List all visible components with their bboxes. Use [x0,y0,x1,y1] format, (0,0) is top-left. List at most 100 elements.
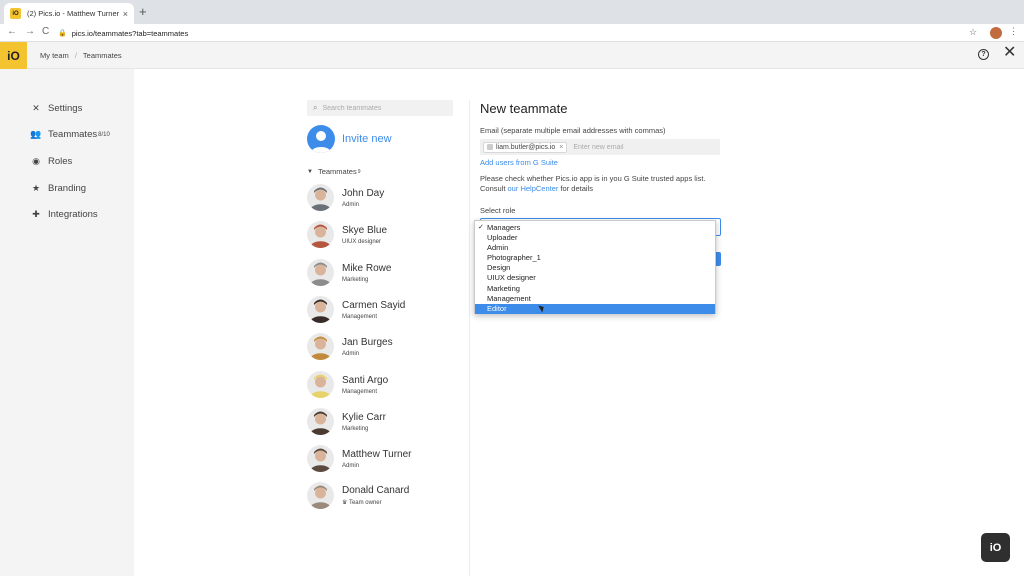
teammate-row[interactable]: Santi Argo Management [307,371,388,398]
avatar [307,482,334,509]
sidebar-item-label: Roles [48,156,73,167]
gsuite-note: Please check whether Pics.io app is in y… [480,174,740,193]
email-field[interactable]: liam.butler@pics.io × [480,139,720,155]
avatar [307,445,334,472]
url-text: pics.io/teammates?tab=teammates [71,28,189,38]
app-logo[interactable]: iO [0,42,27,69]
role-option-label: Management [487,293,531,303]
help-icon[interactable]: ? [978,49,989,60]
eye-icon: ◉ [32,156,40,166]
role-option[interactable]: Design [475,263,715,273]
teammate-row[interactable]: Mike Rowe Marketing [307,259,391,286]
role-dropdown: ✓ Managers Uploader Admin Photographer_1 Desi… [474,220,716,314]
invite-new-label: Invite new [342,133,392,145]
teammate-info: Santi Argo Management [342,375,388,395]
floating-app-button[interactable]: iO [981,533,1010,562]
close-icon[interactable]: ✕ [1003,45,1016,61]
teammate-info: Mike Rowe Marketing [342,263,391,283]
teammate-row[interactable]: Matthew Turner Admin [307,445,411,472]
back-icon[interactable]: ← [7,26,17,37]
new-tab-button[interactable]: + [139,4,147,19]
teammate-row[interactable]: Donald Canard ♛ Team owner [307,482,409,509]
teammate-row[interactable]: Kylie Carr Marketing [307,408,386,435]
teammate-role: UIUX designer [342,238,382,245]
teammate-role: Admin [342,201,360,208]
tab-close-icon[interactable]: × [123,9,128,19]
search-input[interactable] [322,104,443,112]
sidebar-item-label: Integrations [48,209,98,220]
role-option-label: Photographer_1 [487,253,541,263]
role-option[interactable]: Photographer_1 [475,253,715,263]
role-option[interactable]: Management [475,294,715,304]
bookmark-star-icon[interactable]: ☆ [969,27,977,38]
sidebar-item-teammates[interactable]: 👥 Teammates 8/10 [30,129,109,140]
search-icon: ⌕ [313,103,318,112]
teammate-row[interactable]: Jan Burges Admin [307,333,393,360]
sidebar-item-label: Branding [48,183,87,194]
chip-remove-icon[interactable]: × [559,144,563,151]
teammate-name: Carmen Sayid [342,299,406,311]
search-box: ⌕ [307,100,453,116]
tab-title: (2) Pics.io - Matthew Turner [27,9,120,18]
teammate-row[interactable]: John Day Admin [307,184,384,211]
chip-avatar-icon [487,144,493,150]
teammates-group-toggle[interactable]: ▼ Teammates 9 [307,167,361,176]
gsuite-note-line1: Please check whether Pics.io app is in y… [480,174,706,183]
browser-tab-bar: iO (2) Pics.io - Matthew Turner × + [0,0,1024,24]
teammate-name: Skye Blue [342,224,388,236]
note-prefix: Consult [480,183,508,193]
helpcenter-link[interactable]: our HelpCenter [508,184,559,193]
teammate-row[interactable]: Carmen Sayid Management [307,296,405,323]
teammate-row[interactable]: Skye Blue UIUX designer [307,221,387,248]
teammate-role: Management [342,313,378,320]
role-option-label: UIUX designer [487,273,536,283]
role-option-label: Uploader [487,233,518,243]
sidebar-item-branding[interactable]: ★ Branding [30,183,86,194]
user-placeholder-icon [307,125,335,153]
email-chip-text: liam.butler@pics.io [496,143,556,151]
profile-avatar[interactable] [990,27,1002,39]
sidebar-item-integrations[interactable]: ✚ Integrations [30,209,98,220]
email-input[interactable] [573,143,704,151]
forward-icon[interactable]: → [25,26,35,37]
teammate-name: Matthew Turner [342,448,412,460]
caret-down-icon: ▼ [307,168,313,175]
breadcrumb: My team / Teammates [40,51,126,60]
avatar [307,371,334,398]
note-suffix: for details [558,183,593,193]
role-option[interactable]: UIUX designer [475,273,715,283]
sidebar-item-label: Teammates [48,129,98,140]
role-option[interactable]: Marketing [475,284,715,294]
role-option[interactable]: ✓ Managers [475,223,715,233]
role-option[interactable]: Admin [475,243,715,253]
teammate-name: Jan Burges [342,336,393,348]
teammate-info: Donald Canard ♛ Team owner [342,485,409,506]
reload-icon[interactable]: C [42,26,49,37]
avatar [307,221,334,248]
settings-sidebar: ✕ Settings 👥 Teammates 8/10 ◉ Roles ★ Br… [0,69,134,576]
teammate-info: Kylie Carr Marketing [342,412,386,432]
invite-new-button[interactable]: Invite new [307,125,392,153]
column-divider [469,100,470,576]
browser-tab[interactable]: iO (2) Pics.io - Matthew Turner × [4,3,134,24]
teammates-group-label: Teammates [317,167,357,176]
app-header: iO My team / Teammates ? ✕ [0,42,1024,69]
browser-menu-icon[interactable]: ⋮ [1009,26,1018,37]
role-option[interactable]: Uploader [475,233,715,243]
email-label: Email (separate multiple email addresses… [480,126,666,135]
role-option[interactable]: Editor [475,303,715,314]
sidebar-item-roles[interactable]: ◉ Roles [30,156,72,167]
teammates-group-count: 9 [357,168,361,175]
sidebar-item-settings[interactable]: ✕ Settings [30,103,82,114]
teammate-name: Santi Argo [342,374,389,386]
teammate-role: ♛ Team owner [342,500,382,506]
url-field[interactable]: 🔒 pics.io/teammates?tab=teammates [58,26,988,40]
avatar [307,408,334,435]
role-option-label: Editor [487,303,507,313]
teammate-role: Admin [342,462,360,469]
teammate-role: Admin [342,350,360,357]
breadcrumb-my-team[interactable]: My team [40,51,69,60]
add-from-gsuite-link[interactable]: Add users from G Suite [480,158,558,167]
star-icon: ★ [31,183,41,193]
teammate-role: Marketing [342,276,369,283]
